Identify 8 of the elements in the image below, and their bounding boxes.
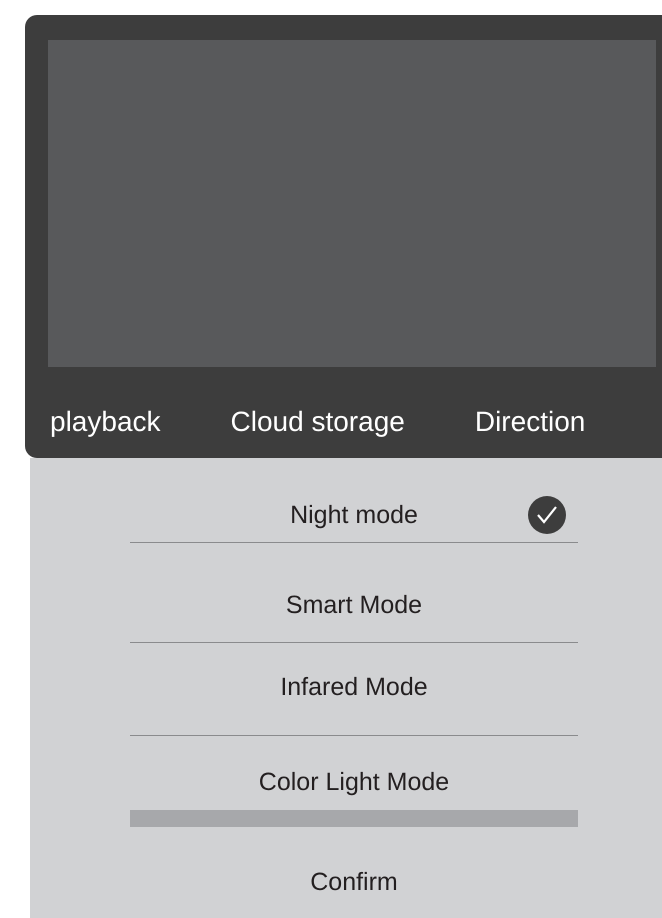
tab[interactable]: Direction xyxy=(474,405,586,439)
mode-option[interactable]: Night mode xyxy=(290,500,418,530)
mode-option[interactable]: Infared Mode xyxy=(280,672,428,702)
mode-option[interactable]: Smart Mode xyxy=(286,590,422,620)
mode-option[interactable]: Color Light Mode xyxy=(258,767,450,797)
tab[interactable]: Cloud storage xyxy=(230,405,405,439)
confirm-button[interactable]: Confirm xyxy=(130,867,578,897)
tab[interactable]: playback xyxy=(50,405,161,439)
